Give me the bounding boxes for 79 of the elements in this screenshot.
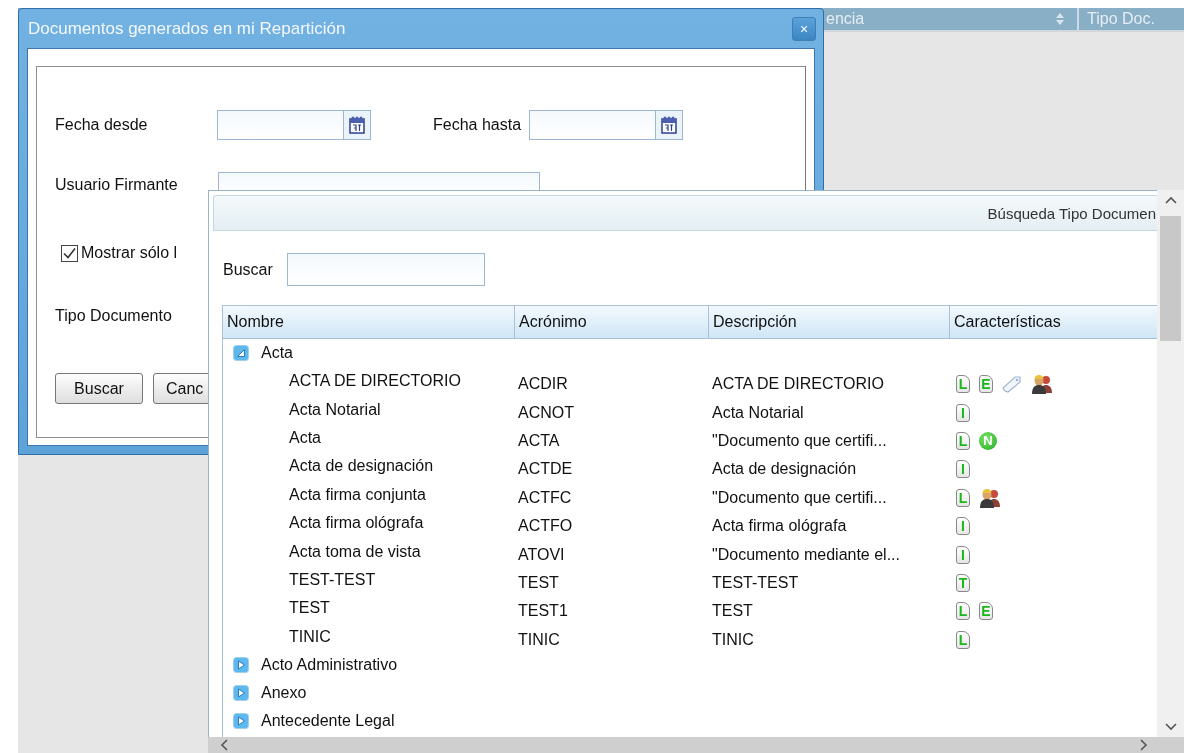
column-header[interactable]: Descripción [708,306,949,338]
table-cell: TEST [712,602,753,620]
feature-badge: E [979,375,993,394]
table-cell: TINIC [712,630,754,648]
tree-item[interactable]: Antecedente Legal [261,711,395,730]
table-cell: ACTFC [518,488,572,506]
table-cell: "Documento que certifi... [712,431,887,449]
feature-badge: E [979,602,993,621]
date-field[interactable] [529,110,684,140]
table-cell: TEST-TEST [712,573,799,591]
collapse-icon[interactable] [233,345,249,361]
search-button[interactable]: Buscar [55,373,143,404]
table-cell: "Documento que certifi... [712,488,887,506]
tree-item[interactable]: ACTA DE DIRECTORIO [289,372,461,390]
feature-badge: L [956,488,970,507]
table-cell: TINIC [518,630,560,648]
scroll-left-icon[interactable] [220,739,228,751]
tree-item[interactable]: Acta firma conjunta [289,485,426,503]
expand-icon[interactable] [233,656,249,673]
scroll-right-icon[interactable] [1140,739,1148,751]
table-cell: Acta de designación [712,460,857,478]
table-cell: TEST1 [518,602,568,620]
field-label: Fecha hasta [433,116,522,134]
feature-badge: L [956,431,970,450]
feature-badge: I [956,517,970,536]
table-cell: ATOVI [518,545,565,563]
tree-item[interactable]: Acta Notarial [289,400,381,418]
dialog-title: Documentos generados en mi Repartición [28,18,346,39]
scroll-up-icon[interactable] [1164,196,1177,204]
calendar-icon[interactable] [349,116,365,134]
column-header[interactable]: Acrónimo [514,306,708,338]
tree-item[interactable]: Acta toma de vista [289,542,421,560]
feature-badge: L [956,630,970,649]
tree-item[interactable]: Acto Administrativo [261,655,398,674]
table-cell: ACTA DE DIRECTORIO [712,375,884,393]
calendar-icon[interactable] [661,116,678,134]
vertical-scrollbar[interactable] [1157,190,1184,737]
table-cell: TEST [518,573,559,591]
feature-badge: I [956,460,970,479]
scroll-thumb[interactable] [1160,216,1181,341]
table-cell: ACDIR [518,375,568,393]
feature-badge: I [956,545,970,564]
table-cell: ACNOT [518,403,574,421]
tree-item[interactable]: Acta de designación [289,457,434,475]
horizontal-scrollbar[interactable] [208,737,1184,753]
expand-icon[interactable] [233,712,249,729]
scroll-down-icon[interactable] [1164,723,1177,731]
date-field[interactable] [217,110,371,140]
tree-item[interactable]: Acta [289,428,321,446]
feature-badge: N [979,431,997,450]
feature-badge: I [956,403,970,422]
field-label: Usuario Firmante [55,176,179,194]
tree-item[interactable]: Acta [261,344,293,362]
checkbox-label[interactable]: Mostrar sólo l [81,244,178,262]
table-cell: Acta Notarial [712,403,804,421]
field-label: Tipo Documento [55,307,172,325]
users-icon [979,487,1001,508]
table-cell: "Documento mediante el... [712,545,900,563]
field-label: Fecha desde [55,116,149,134]
tree-item[interactable]: TINIC [289,627,331,645]
table-cell: ACTA [518,431,560,449]
tree-item[interactable]: Acta firma ológrafa [289,514,424,532]
tree-item[interactable]: TEST-TEST [289,570,376,588]
dialog-title: Búsqueda Tipo Documen [987,204,1156,222]
table-cell: ACTDE [518,460,573,478]
tree-item[interactable]: TEST [289,599,330,617]
search-field[interactable] [286,253,485,286]
table-cell: Acta firma ológrafa [712,517,847,535]
tag-icon [1002,375,1022,394]
feature-badge: T [956,573,970,592]
expand-icon[interactable] [233,684,249,701]
feature-badge: L [956,602,970,621]
checkbox[interactable] [61,244,78,262]
table-cell: ACTFO [518,517,573,535]
column-header[interactable]: Nombre [223,306,514,338]
feature-badge: L [956,375,970,394]
users-icon [1031,374,1053,395]
search-label: Buscar [223,260,273,279]
tree-item[interactable]: Anexo [261,683,307,702]
